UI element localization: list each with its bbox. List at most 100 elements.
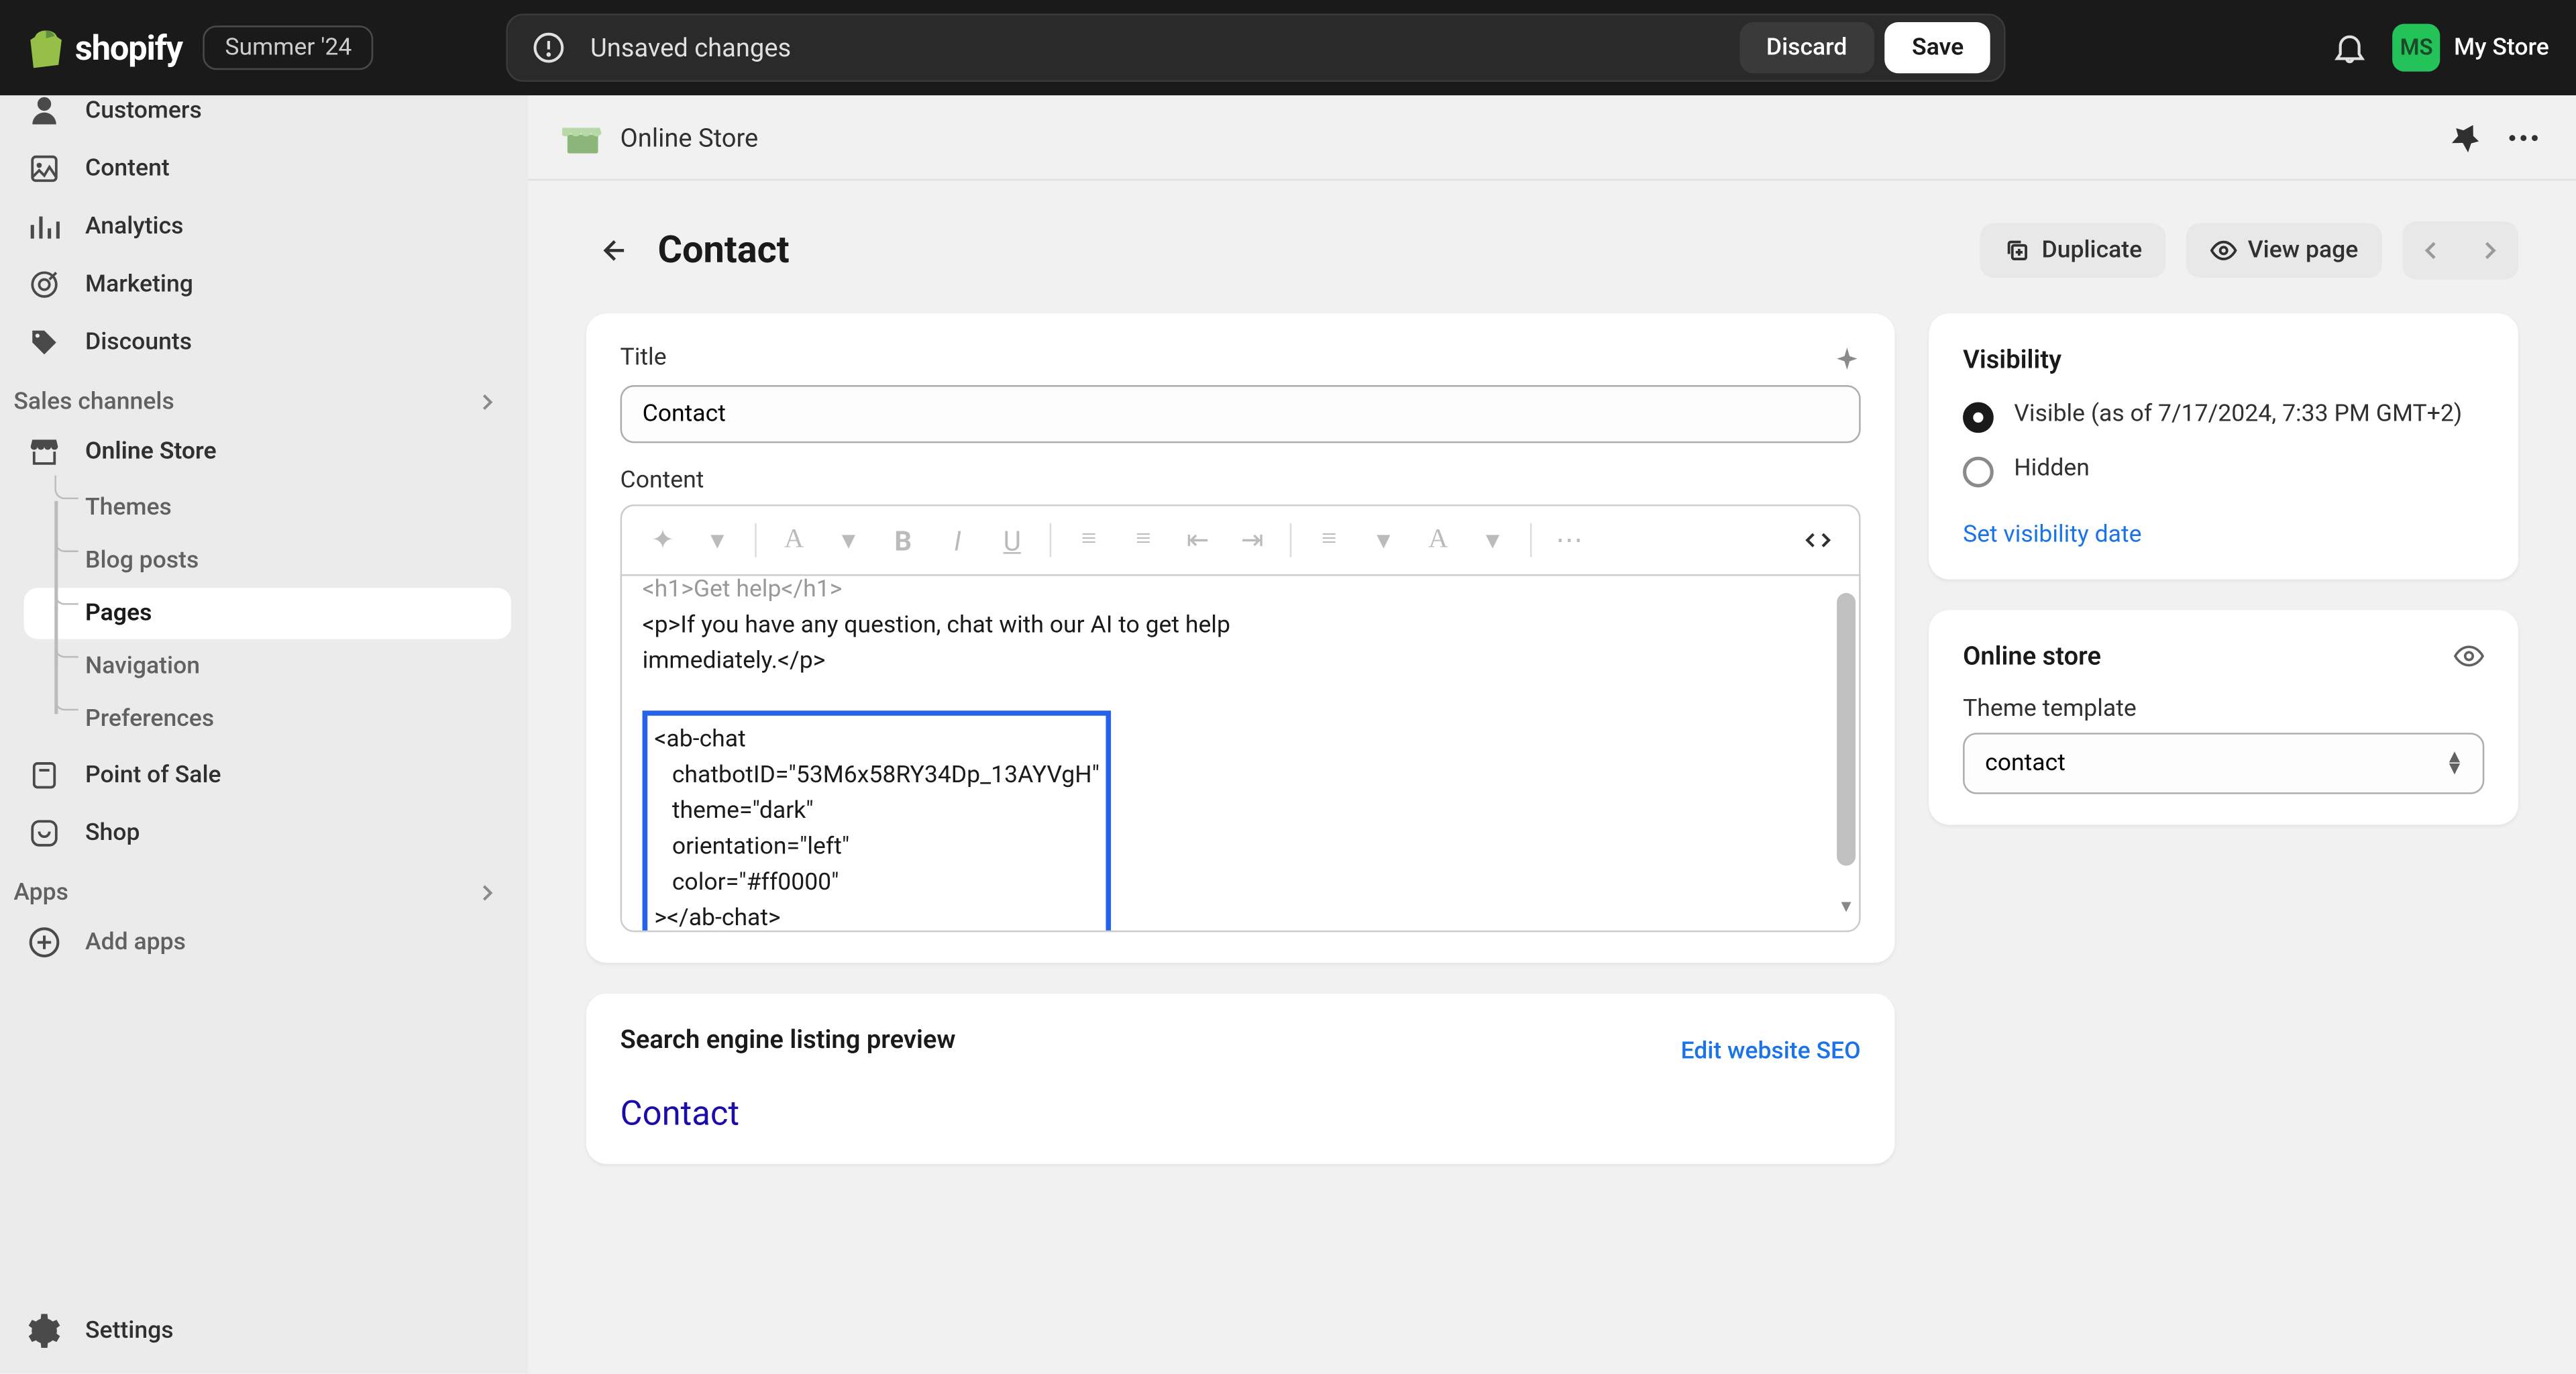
radio-checked-icon xyxy=(1963,402,1994,433)
seo-preview-title: Contact xyxy=(621,1092,1861,1133)
theme-template-select[interactable]: contact xyxy=(1963,733,2484,794)
pin-icon[interactable] xyxy=(2447,119,2484,156)
title-label: Title xyxy=(621,344,667,372)
sidebar-item-discounts[interactable]: Discounts xyxy=(0,313,528,371)
pos-icon xyxy=(28,758,62,792)
bars-icon xyxy=(28,209,62,244)
chevron-right-icon xyxy=(474,388,501,416)
chevron-down-icon[interactable]: ▾ xyxy=(1468,517,1516,564)
chevron-left-icon xyxy=(2420,239,2444,263)
rte-indent-button[interactable]: ⇥ xyxy=(1228,517,1276,564)
page-header-bar: Online Store xyxy=(528,95,2576,180)
sidebar-item-label: Analytics xyxy=(85,213,183,241)
rte-underline-button[interactable]: U xyxy=(988,517,1036,564)
editor-card: Title Content ✦ ▾ A ▾ B I xyxy=(586,313,1895,963)
rte-number-list-button[interactable]: ≡ xyxy=(1120,517,1167,564)
sidebar-item-marketing[interactable]: Marketing xyxy=(0,256,528,313)
topbar-right: MS My Store xyxy=(2331,24,2549,72)
shop-icon xyxy=(28,816,62,851)
chevron-down-icon[interactable]: ▾ xyxy=(1360,517,1407,564)
sidebar-item-pos[interactable]: Point of Sale xyxy=(0,747,528,804)
sidebar-item-label: Online Store xyxy=(85,438,217,466)
prev-page-button[interactable] xyxy=(2402,221,2460,279)
duplicate-button[interactable]: Duplicate xyxy=(1980,223,2166,278)
rte-bullet-list-button[interactable]: ≡ xyxy=(1065,517,1113,564)
eye-icon[interactable] xyxy=(2454,641,2485,672)
image-icon xyxy=(28,152,62,186)
apps-header[interactable]: Apps xyxy=(0,862,528,913)
page-header-title: Online Store xyxy=(621,122,759,153)
visibility-hidden-row[interactable]: Hidden xyxy=(1963,454,2484,488)
scrollbar[interactable] xyxy=(1837,593,1856,865)
sidebar-item-label: Customers xyxy=(85,97,202,125)
chevron-right-icon xyxy=(2477,239,2502,263)
discard-button[interactable]: Discard xyxy=(1739,22,1874,73)
shopify-bag-icon xyxy=(28,28,65,68)
rte-color-button[interactable]: A xyxy=(1414,517,1462,564)
radio-unchecked-icon xyxy=(1963,457,1994,488)
title-input[interactable] xyxy=(621,385,1861,443)
subnav-item-preferences[interactable]: Preferences xyxy=(24,694,511,745)
notifications-icon[interactable] xyxy=(2331,29,2369,66)
page-title: Contact xyxy=(657,229,1960,272)
subnav-item-themes[interactable]: Themes xyxy=(24,482,511,533)
subnav-item-navigation[interactable]: Navigation xyxy=(24,641,511,692)
more-icon[interactable] xyxy=(2505,119,2542,156)
unsaved-text: Unsaved changes xyxy=(590,32,1739,63)
title-row: Contact Duplicate View page xyxy=(586,221,2518,279)
save-button[interactable]: Save xyxy=(1884,22,1991,73)
chevron-down-icon[interactable]: ▾ xyxy=(694,517,741,564)
plus-circle-icon xyxy=(28,925,62,959)
sidebar-item-add-apps[interactable]: Add apps xyxy=(0,913,528,971)
sidebar-item-online-store[interactable]: Online Store xyxy=(0,423,528,480)
sidebar-item-content[interactable]: Content xyxy=(0,140,528,197)
view-page-button[interactable]: View page xyxy=(2186,223,2382,278)
sidebar-item-settings[interactable]: Settings xyxy=(0,1302,528,1360)
rte-body[interactable]: <h1>Get help</h1><p>If you have any ques… xyxy=(621,574,1861,932)
rte-toolbar: ✦ ▾ A ▾ B I U ≡ ≡ ⇤ ⇥ xyxy=(621,505,1861,574)
subnav-item-blog-posts[interactable]: Blog posts xyxy=(24,535,511,586)
highlighted-code: <ab-chat chatbotID="53M6x58RY34Dp_13AYVg… xyxy=(643,710,1112,932)
rte-italic-button[interactable]: I xyxy=(934,517,981,564)
rte-paragraph-button[interactable]: A xyxy=(770,517,818,564)
topbar: shopify Summer '24 Unsaved changes Disca… xyxy=(0,0,2576,95)
sidebar-item-shop[interactable]: Shop xyxy=(0,804,528,862)
subnav-label: Navigation xyxy=(85,653,200,680)
sparkle-icon[interactable] xyxy=(1833,348,1861,375)
template-label: Theme template xyxy=(1963,695,2484,723)
edit-seo-link[interactable]: Edit website SEO xyxy=(1680,1038,1860,1065)
next-page-button[interactable] xyxy=(2461,221,2518,279)
target-icon xyxy=(28,268,62,302)
visibility-visible-row[interactable]: Visible (as of 7/17/2024, 7:33 PM GMT+2) xyxy=(1963,399,2484,433)
store-menu[interactable]: MS My Store xyxy=(2393,24,2549,72)
duplicate-icon xyxy=(2004,237,2032,264)
scroll-down-icon[interactable]: ▼ xyxy=(1837,895,1856,914)
sidebar-item-label: Content xyxy=(85,155,170,182)
rte-outdent-button[interactable]: ⇤ xyxy=(1174,517,1222,564)
back-button[interactable] xyxy=(586,225,637,276)
rte-code-toggle[interactable] xyxy=(1794,517,1842,564)
rte-bold-button[interactable]: B xyxy=(879,517,927,564)
sidebar-item-label: Point of Sale xyxy=(85,761,221,789)
chevron-down-icon[interactable]: ▾ xyxy=(824,517,872,564)
sidebar-item-analytics[interactable]: Analytics xyxy=(0,198,528,256)
set-visibility-date-link[interactable]: Set visibility date xyxy=(1963,521,2141,549)
sales-channels-header[interactable]: Sales channels xyxy=(0,372,528,423)
person-icon xyxy=(28,95,62,127)
chevron-right-icon xyxy=(474,880,501,907)
online-store-card: Online store Theme template contact ▲▼ xyxy=(1929,610,2518,825)
rte-ai-icon[interactable]: ✦ xyxy=(639,517,687,564)
subnav-item-pages[interactable]: Pages xyxy=(24,588,511,639)
edition-badge[interactable]: Summer '24 xyxy=(203,25,374,70)
shopify-logo[interactable]: shopify xyxy=(28,28,182,68)
rte-align-button[interactable]: ≡ xyxy=(1305,517,1353,564)
sidebar-item-customers[interactable]: Customers xyxy=(0,95,528,140)
gear-icon xyxy=(28,1314,62,1348)
avatar: MS xyxy=(2393,24,2440,72)
rte-more-button[interactable]: ⋯ xyxy=(1546,517,1593,564)
sidebar-item-label: Discounts xyxy=(85,329,192,356)
sidebar-item-label: Add apps xyxy=(85,929,186,956)
visibility-card: Visibility Visible (as of 7/17/2024, 7:3… xyxy=(1929,313,2518,579)
subnav-label: Blog posts xyxy=(85,547,199,574)
radio-label: Visible (as of 7/17/2024, 7:33 PM GMT+2) xyxy=(2014,399,2462,432)
